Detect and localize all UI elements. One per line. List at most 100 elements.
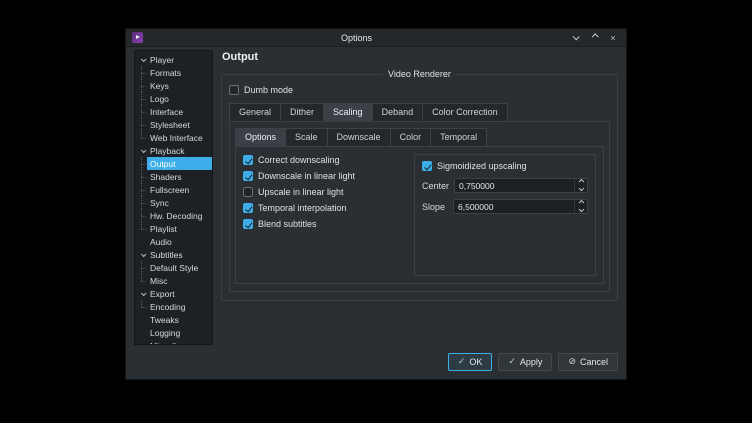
tab-deband[interactable]: Deband (372, 103, 424, 122)
sidebar-item-playback[interactable]: Playback (135, 144, 212, 157)
sidebar-item-label: Fullscreen (147, 185, 192, 195)
sidebar-item-keys[interactable]: Keys (135, 79, 212, 92)
sidebar-item-shaders[interactable]: Shaders (135, 170, 212, 183)
checkbox-correct-downscaling[interactable]: Correct downscaling (243, 155, 404, 165)
button-label: Cancel (580, 357, 608, 367)
sidebar-item-miscellaneous[interactable]: Miscellaneous (135, 339, 212, 345)
window-title: Options (143, 33, 570, 43)
tree-item-content: Stylesheet (147, 118, 212, 131)
checkbox-label: Upscale in linear light (258, 187, 344, 197)
sidebar-item-formats[interactable]: Formats (135, 66, 212, 79)
sidebar-item-fullscreen[interactable]: Fullscreen (135, 183, 212, 196)
sidebar-item-label: Logo (147, 94, 172, 104)
apply-button[interactable]: ✓Apply (498, 353, 552, 371)
expander-icon[interactable] (138, 149, 147, 153)
sidebar-item-audio[interactable]: Audio (135, 235, 212, 248)
sidebar-item-label: Web Interface (147, 133, 206, 143)
tree-item-content: Sync (147, 196, 212, 209)
checkbox-checked-icon (243, 171, 253, 181)
button-label: Apply (520, 357, 543, 367)
tab-scaling[interactable]: Scaling (323, 103, 373, 122)
spinbox-buttons (574, 200, 587, 213)
spinbox-slope[interactable]: 6,500000 (453, 199, 588, 214)
sidebar-item-default-style[interactable]: Default Style (135, 261, 212, 274)
tree-item-content: Subtitles (138, 248, 212, 261)
checkbox-dumb-mode[interactable]: Dumb mode (229, 85, 610, 95)
sidebar-item-subtitles[interactable]: Subtitles (135, 248, 212, 261)
spinbox-center[interactable]: 0,750000 (454, 178, 588, 193)
checkbox-label: Downscale in linear light (258, 171, 355, 181)
subtab-downscale[interactable]: Downscale (327, 128, 391, 147)
renderer-tab-frame: OptionsScaleDownscaleColorTemporal Corre… (229, 121, 610, 292)
sidebar-item-export[interactable]: Export (135, 287, 212, 300)
dialog-button-row: ✓OK ✓Apply ⊘Cancel (126, 351, 626, 379)
tree-item-content: Output (147, 157, 212, 170)
tree-item-content: Playlist (147, 222, 212, 235)
ok-button[interactable]: ✓OK (448, 353, 493, 371)
sidebar-item-tweaks[interactable]: Tweaks (135, 313, 212, 326)
chevron-down-icon (572, 33, 579, 40)
sidebar-item-output[interactable]: Output (135, 157, 212, 170)
tab-dither[interactable]: Dither (280, 103, 324, 122)
sidebar-item-misc[interactable]: Misc (135, 274, 212, 287)
tab-color-correction[interactable]: Color Correction (422, 103, 508, 122)
close-button[interactable]: × (608, 32, 618, 44)
sidebar-item-hw-decoding[interactable]: Hw. Decoding (135, 209, 212, 222)
tree-item-content: Audio (138, 235, 212, 248)
tree-branch-line (135, 300, 147, 313)
tab-general[interactable]: General (229, 103, 281, 122)
tree-branch-line (135, 118, 147, 131)
spinbox-buttons (574, 179, 587, 192)
titlebar[interactable]: Options × (126, 29, 626, 47)
sidebar-item-logging[interactable]: Logging (135, 326, 212, 339)
sidebar-item-label: Default Style (147, 263, 201, 273)
sidebar-item-player[interactable]: Player (135, 53, 212, 66)
sidebar-item-label: Playback (147, 146, 188, 156)
subtab-color[interactable]: Color (390, 128, 432, 147)
checkbox-unchecked-icon (243, 187, 253, 197)
chevron-up-icon (579, 179, 584, 184)
spin-down-button[interactable] (575, 186, 587, 193)
chevron-up-icon (591, 33, 598, 40)
cancel-button[interactable]: ⊘Cancel (558, 353, 618, 371)
tree-branch-line (135, 105, 147, 118)
expander-icon[interactable] (138, 58, 147, 62)
maximize-button[interactable] (589, 32, 599, 44)
tree-item-content: Interface (147, 105, 212, 118)
sidebar-item-label: Misc (147, 276, 170, 286)
sidebar-item-logo[interactable]: Logo (135, 92, 212, 105)
sigmoid-group: Sigmoidized upscaling Center0,750000Slop… (414, 154, 596, 276)
sidebar-item-label: Hw. Decoding (147, 211, 205, 221)
tree-item-content: Player (138, 53, 212, 66)
checkbox-checked-icon (422, 161, 432, 171)
chevron-down-icon (140, 56, 146, 62)
scaling-options-frame: Correct downscaling Downscale in linear l… (235, 146, 604, 284)
checkbox-upscale-in-linear-light[interactable]: Upscale in linear light (243, 187, 404, 197)
expander-icon[interactable] (138, 253, 147, 257)
expander-icon[interactable] (138, 292, 147, 296)
sidebar-item-web-interface[interactable]: Web Interface (135, 131, 212, 144)
checkbox-downscale-in-linear-light[interactable]: Downscale in linear light (243, 171, 404, 181)
sidebar-item-playlist[interactable]: Playlist (135, 222, 212, 235)
subtab-scale[interactable]: Scale (285, 128, 328, 147)
sidebar-item-label: Formats (147, 68, 184, 78)
checkbox-sigmoidized-upscaling[interactable]: Sigmoidized upscaling (422, 161, 588, 171)
spin-down-button[interactable] (575, 207, 587, 214)
sidebar-item-sync[interactable]: Sync (135, 196, 212, 209)
sidebar-item-interface[interactable]: Interface (135, 105, 212, 118)
minimize-button[interactable] (570, 32, 580, 44)
sidebar-item-stylesheet[interactable]: Stylesheet (135, 118, 212, 131)
checkbox-label: Correct downscaling (258, 155, 340, 165)
tree-item-content: Shaders (147, 170, 212, 183)
checkbox-blend-subtitles[interactable]: Blend subtitles (243, 219, 404, 229)
tree-branch-line (135, 222, 147, 235)
subtab-temporal[interactable]: Temporal (430, 128, 487, 147)
sidebar-item-label: Export (147, 289, 178, 299)
field-slope: Slope6,500000 (422, 199, 588, 214)
sidebar-item-encoding[interactable]: Encoding (135, 300, 212, 313)
sidebar-item-label: Keys (147, 81, 172, 91)
window-controls: × (570, 32, 620, 44)
subtab-options[interactable]: Options (235, 128, 286, 147)
checkbox-temporal-interpolation[interactable]: Temporal interpolation (243, 203, 404, 213)
sidebar-item-label: Shaders (147, 172, 185, 182)
